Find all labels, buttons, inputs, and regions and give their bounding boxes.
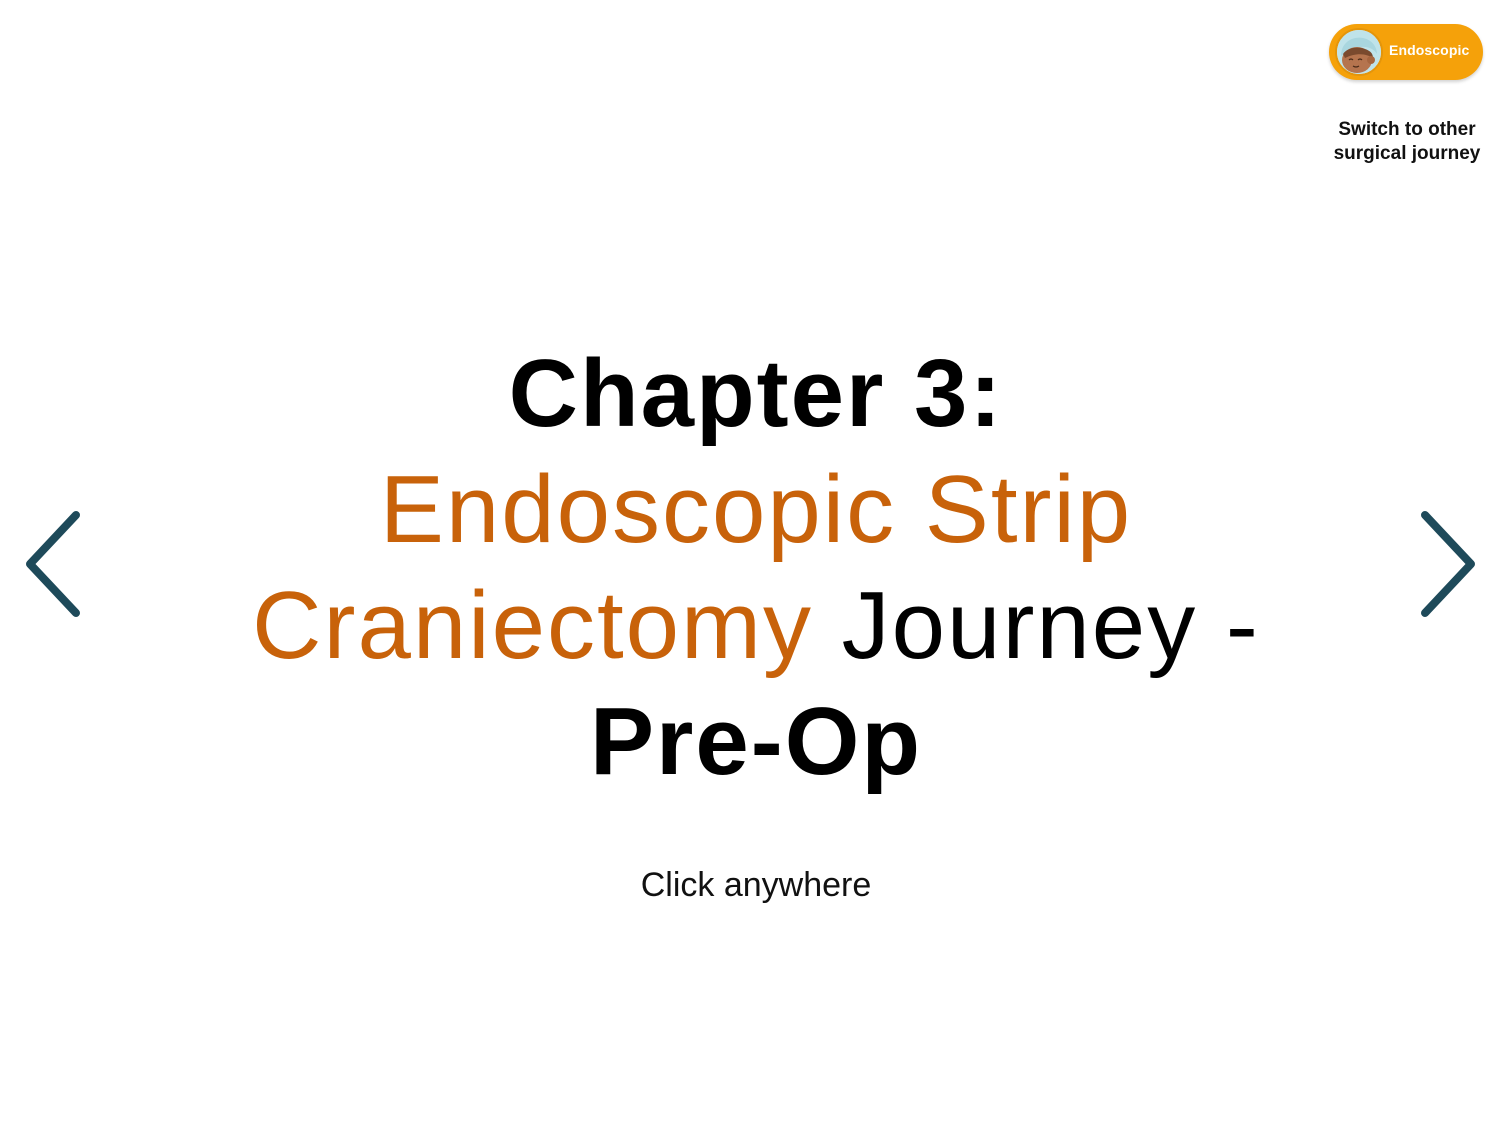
caption-line-1: Switch to other xyxy=(1338,119,1476,140)
chapter-intro-page[interactable]: Endoscopic Switch to other surgical jour… xyxy=(0,0,1512,1129)
procedure-name-line-2: Craniectomy xyxy=(252,572,813,679)
previous-chapter-button[interactable] xyxy=(18,507,88,621)
procedure-name-line-1: Endoscopic Strip xyxy=(379,456,1133,563)
journey-toggle-caption: Switch to other surgical journey xyxy=(1318,118,1496,166)
procedure-line-2: Craniectomy Journey - xyxy=(150,568,1362,684)
click-anywhere-hint: Click anywhere xyxy=(640,866,872,904)
baby-face-icon xyxy=(1335,28,1383,76)
chapter-title: Chapter 3: Endoscopic Strip Craniectomy … xyxy=(150,336,1362,800)
journey-word: Journey - xyxy=(841,572,1260,679)
chapter-number: Chapter 3: xyxy=(508,340,1004,447)
chevron-right-icon xyxy=(1421,511,1475,617)
journey-toggle-label: Endoscopic xyxy=(1389,42,1470,58)
chapter-phase: Pre-Op xyxy=(589,688,923,795)
journey-switch-toggle[interactable]: Endoscopic xyxy=(1329,24,1483,80)
next-chapter-button[interactable] xyxy=(1413,507,1483,621)
chevron-left-icon xyxy=(26,511,80,617)
caption-line-2: surgical journey xyxy=(1333,143,1481,164)
